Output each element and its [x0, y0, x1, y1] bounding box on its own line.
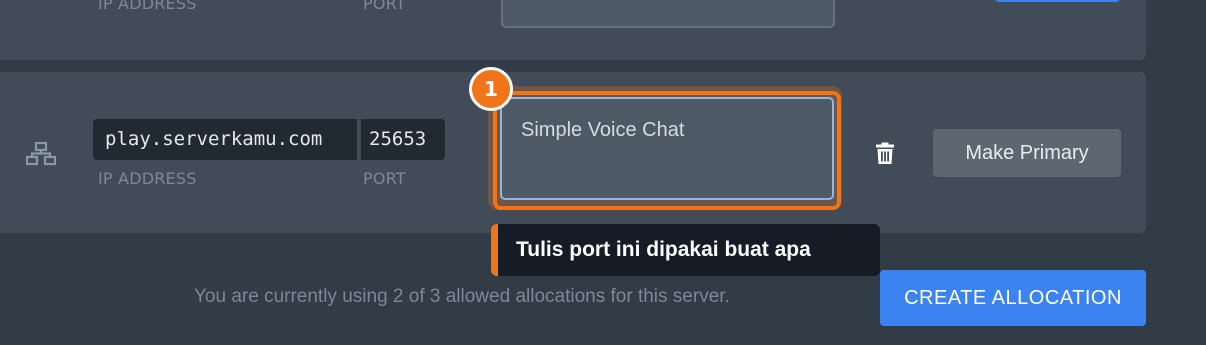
- port-value: 25653: [361, 119, 445, 160]
- notes-text: Simple Voice Chat: [521, 119, 685, 141]
- notes-textarea[interactable]: Simple Voice Chat: [500, 97, 834, 200]
- guide-tooltip: Tulis port ini dipakai buat apa: [491, 224, 880, 276]
- port-label: PORT: [363, 169, 406, 188]
- allocation-card-previous: IP ADDRESS PORT: [0, 0, 1146, 60]
- port-label: PORT: [363, 0, 406, 13]
- ip-address-label: IP ADDRESS: [98, 0, 197, 13]
- trash-icon[interactable]: [875, 142, 895, 165]
- ip-address-value: play.serverkamu.com: [93, 119, 357, 160]
- create-allocation-button[interactable]: CREATE ALLOCATION: [880, 270, 1146, 326]
- ip-address-label: IP ADDRESS: [98, 169, 197, 188]
- allocation-usage-text: You are currently using 2 of 3 allowed a…: [194, 286, 730, 307]
- step-badge: 1: [469, 67, 513, 111]
- make-primary-button[interactable]: Make Primary: [933, 129, 1121, 177]
- notes-input-previous[interactable]: [501, 0, 835, 28]
- network-icon: [26, 142, 56, 166]
- primary-badge-button[interactable]: [995, 0, 1120, 2]
